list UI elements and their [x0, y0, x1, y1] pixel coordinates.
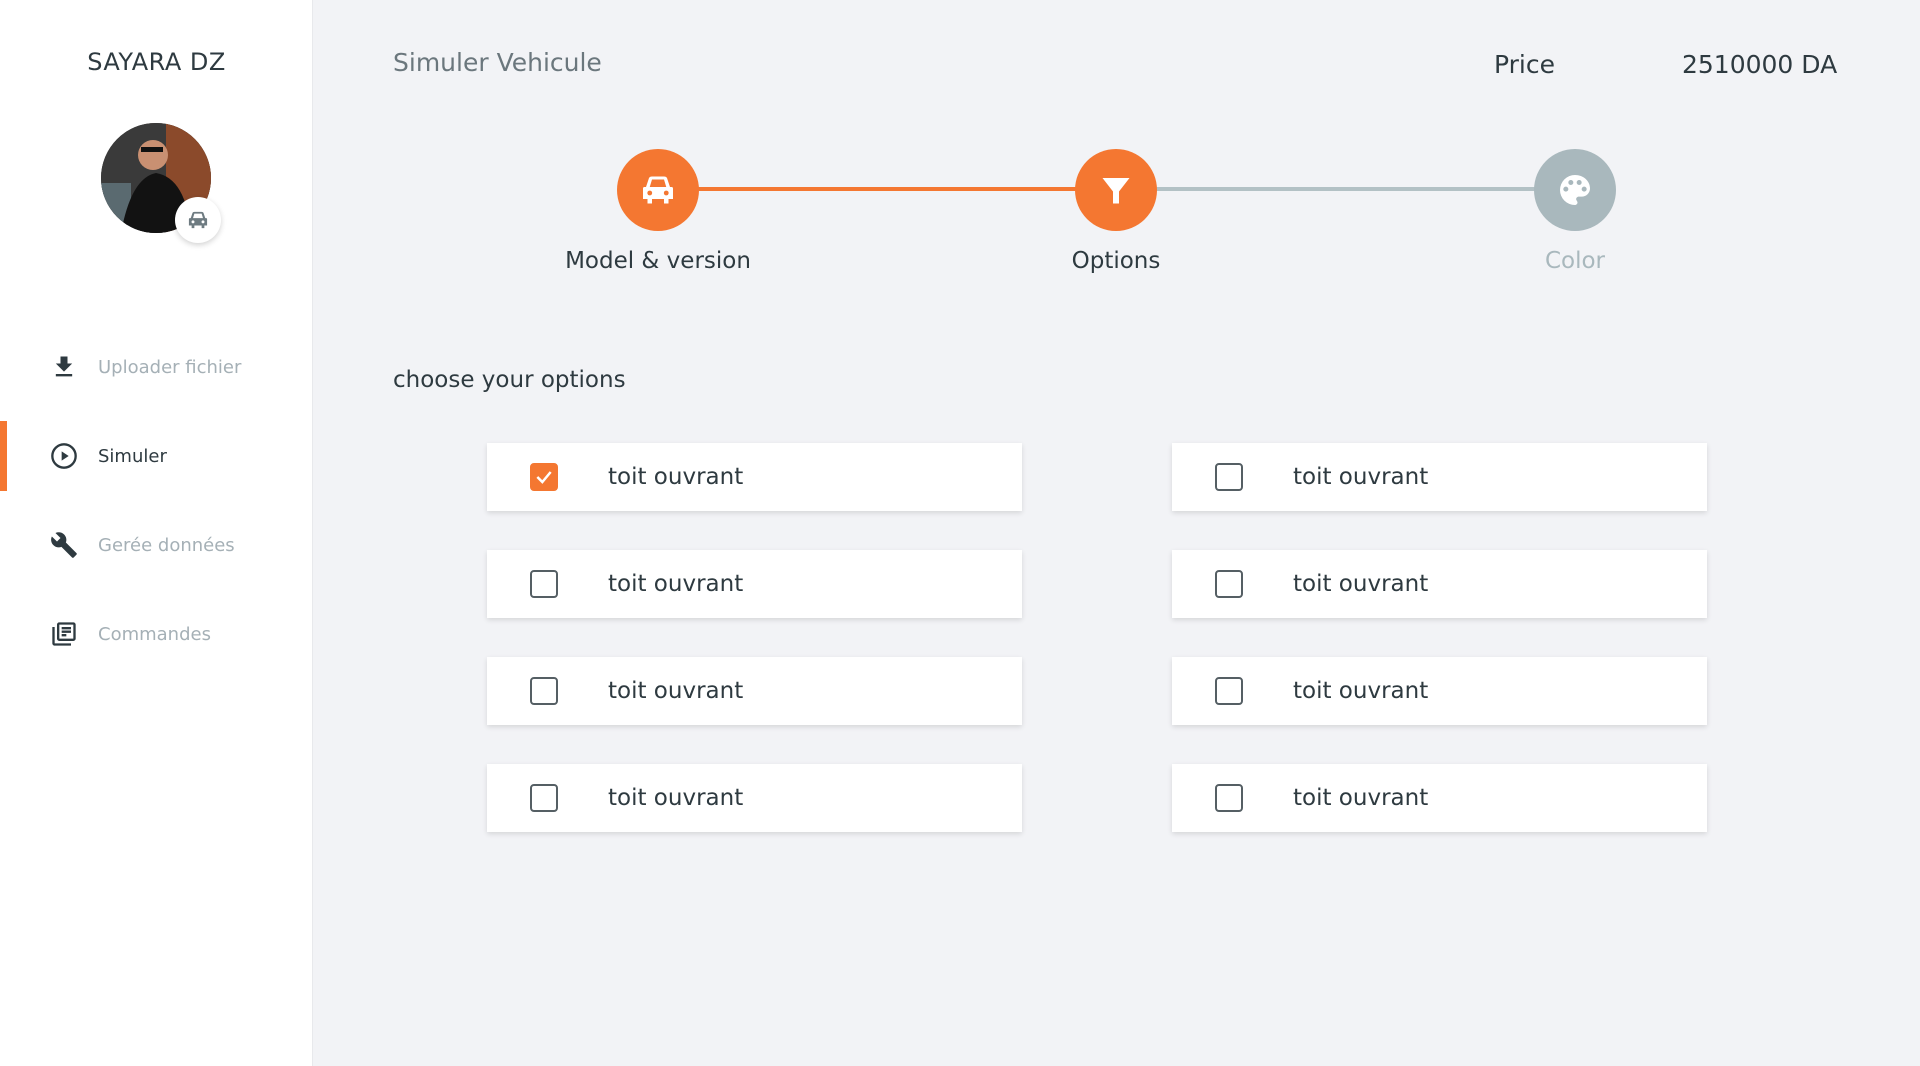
sidebar-item-label: Simuler	[98, 445, 167, 467]
option-card[interactable]: toit ouvrant	[1172, 550, 1707, 618]
option-label: toit ouvrant	[1293, 571, 1429, 597]
option-checkbox[interactable]	[530, 784, 558, 812]
sidebar-item-label: Commandes	[98, 623, 211, 645]
car-icon	[643, 176, 673, 204]
option-label: toit ouvrant	[1293, 785, 1429, 811]
price-label: Price	[1494, 50, 1555, 79]
download-icon	[49, 352, 79, 382]
step-label-color: Color	[1544, 248, 1606, 274]
avatar-badge[interactable]	[175, 197, 221, 243]
option-checkbox[interactable]	[1215, 463, 1243, 491]
option-label: toit ouvrant	[1293, 464, 1429, 490]
page-title: Simuler Vehicule	[393, 48, 602, 77]
sidebar: SAYARA DZ Uploader fichier Simuler Gerée…	[0, 0, 313, 1066]
play-circle-icon	[49, 441, 79, 471]
filter-icon	[1102, 178, 1130, 204]
stepper-connector-completed	[658, 187, 1116, 191]
price-value: 2510000 DA	[1682, 50, 1838, 79]
stepper-connector-pending	[1116, 187, 1574, 191]
option-checkbox[interactable]	[1215, 784, 1243, 812]
sidebar-item-simuler[interactable]: Simuler	[0, 421, 313, 491]
sidebar-item-label: Gerée données	[98, 534, 235, 556]
options-section-title: choose your options	[393, 367, 626, 393]
option-label: toit ouvrant	[608, 464, 744, 490]
sidebar-item-commandes[interactable]: Commandes	[0, 599, 313, 669]
sidebar-item-uploader[interactable]: Uploader fichier	[0, 332, 313, 402]
option-checkbox[interactable]	[530, 677, 558, 705]
brand-title: SAYARA DZ	[87, 48, 226, 76]
sidebar-item-label: Uploader fichier	[98, 356, 242, 378]
option-card[interactable]: toit ouvrant	[487, 550, 1022, 618]
option-card[interactable]: toit ouvrant	[487, 657, 1022, 725]
option-label: toit ouvrant	[608, 785, 744, 811]
app-root: SAYARA DZ Uploader fichier Simuler Gerée…	[0, 0, 1920, 1066]
option-label: toit ouvrant	[1293, 678, 1429, 704]
option-label: toit ouvrant	[608, 571, 744, 597]
step-label-model-version: Model & version	[565, 248, 751, 274]
step-options[interactable]	[1075, 149, 1157, 231]
option-card[interactable]: toit ouvrant	[487, 443, 1022, 511]
library-books-icon	[49, 619, 79, 649]
option-checkbox[interactable]	[530, 570, 558, 598]
option-card[interactable]: toit ouvrant	[1172, 764, 1707, 832]
option-card[interactable]: toit ouvrant	[487, 764, 1022, 832]
option-checkbox[interactable]	[530, 463, 558, 491]
step-model-version[interactable]	[617, 149, 699, 231]
option-checkbox[interactable]	[1215, 677, 1243, 705]
palette-icon	[1560, 175, 1590, 205]
sidebar-item-geree-donnees[interactable]: Gerée données	[0, 510, 313, 580]
wrench-icon	[49, 530, 79, 560]
step-color[interactable]	[1534, 149, 1616, 231]
option-checkbox[interactable]	[1215, 570, 1243, 598]
checkmark-icon	[536, 471, 552, 484]
step-label-options: Options	[1071, 248, 1161, 274]
option-card[interactable]: toit ouvrant	[1172, 443, 1707, 511]
car-icon	[188, 211, 208, 229]
option-label: toit ouvrant	[608, 678, 744, 704]
option-card[interactable]: toit ouvrant	[1172, 657, 1707, 725]
